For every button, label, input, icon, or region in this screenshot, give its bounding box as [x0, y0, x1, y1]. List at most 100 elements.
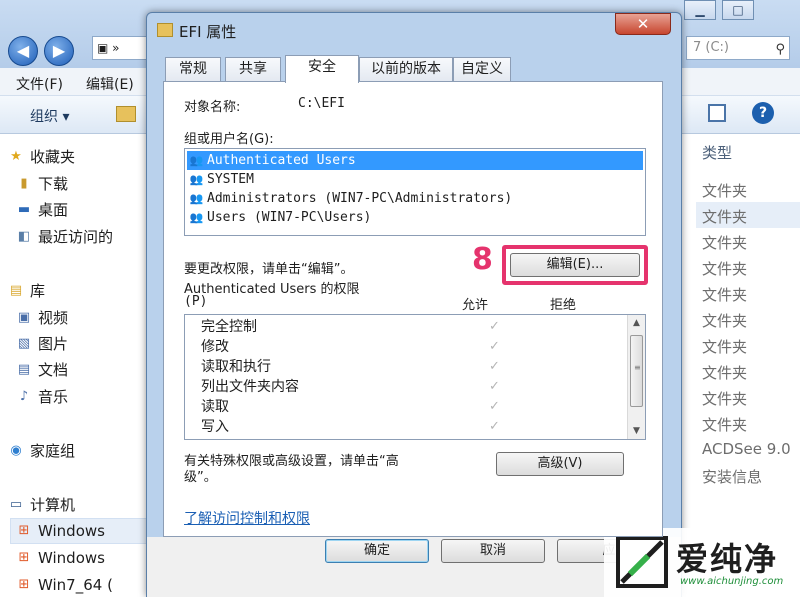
- table-row: 写入 ✓: [201, 417, 601, 437]
- nav-homegroup[interactable]: ◉ 家庭组: [10, 440, 76, 462]
- allow-check-icon: ✓: [489, 399, 500, 414]
- pictures-icon: ▧: [17, 336, 31, 351]
- nav-pictures-label: 图片: [38, 335, 69, 353]
- nav-documents[interactable]: ▤ 文档: [18, 359, 68, 381]
- list-item[interactable]: 👥 SYSTEM: [187, 170, 643, 189]
- table-row: 读取 ✓: [201, 397, 601, 417]
- users-icon: 👥: [189, 192, 204, 205]
- type-cell: 安装信息: [702, 468, 763, 486]
- tab-security[interactable]: 安全: [285, 55, 359, 83]
- nav-libraries[interactable]: ▤ 库: [10, 280, 46, 302]
- computer-icon: ▭: [9, 497, 23, 512]
- back-button[interactable]: ◀: [8, 36, 38, 66]
- permissions-list[interactable]: 完全控制 ✓ 修改 ✓ 读取和执行 ✓ 列出文件夹内容 ✓ 读取 ✓ 写入 ✓: [184, 314, 646, 440]
- users-icon: 👥: [189, 173, 204, 186]
- user-name: Users (WIN7-PC\Users): [207, 210, 372, 225]
- tab-previous-versions[interactable]: 以前的版本: [359, 57, 453, 81]
- properties-dialog: EFI 属性 ✕ 常规 共享 安全 以前的版本 自定义 对象名称: C:\EFI…: [146, 12, 682, 597]
- table-row: 完全控制 ✓: [201, 317, 601, 337]
- nav-desktop[interactable]: ▬ 桌面: [18, 199, 68, 221]
- close-button[interactable]: ✕: [615, 13, 671, 35]
- type-cell: 文件夹: [702, 390, 748, 408]
- tab-sharing[interactable]: 共享: [225, 57, 281, 81]
- list-item[interactable]: 👥 Users (WIN7-PC\Users): [187, 208, 643, 227]
- permission-name: 读取: [201, 399, 229, 415]
- type-cell: 文件夹: [702, 338, 748, 356]
- dialog-button-bar: 确定 取消 应: [147, 537, 681, 597]
- scrollbar-thumb[interactable]: ≡: [630, 335, 643, 407]
- nav-drive3[interactable]: ⊞ Win7_64 (: [19, 574, 113, 596]
- groups-label: 组或用户名(G):: [184, 132, 274, 147]
- preview-pane-icon[interactable]: [708, 104, 726, 122]
- allow-check-icon: ✓: [489, 319, 500, 334]
- nav-homegroup-label: 家庭组: [30, 442, 76, 460]
- windows-drive-icon: ⊞: [18, 550, 30, 565]
- help-icon[interactable]: ?: [752, 102, 774, 124]
- object-name-label: 对象名称:: [184, 100, 241, 115]
- nav-drive3-label: Win7_64 (: [38, 576, 113, 594]
- star-icon: ★: [10, 149, 22, 164]
- close-icon: ✕: [636, 15, 650, 33]
- forward-button[interactable]: ▶: [44, 36, 74, 66]
- security-tab-panel: 对象名称: C:\EFI 组或用户名(G): 👥 Authenticated U…: [163, 81, 663, 537]
- nav-videos-label: 视频: [38, 309, 69, 327]
- back-arrow-icon: ◀: [16, 41, 30, 60]
- permissions-title-accelerator: (P): [184, 294, 208, 309]
- computer-small-icon: ▣ »: [97, 41, 120, 55]
- nav-libraries-label: 库: [30, 282, 46, 300]
- permission-name: 读取和执行: [201, 359, 271, 375]
- nav-drive1[interactable]: ⊞ Windows: [19, 520, 105, 542]
- scroll-down-icon[interactable]: ▼: [628, 423, 645, 439]
- forward-arrow-icon: ▶: [52, 41, 66, 60]
- dialog-title: EFI 属性: [179, 23, 237, 41]
- type-cell: ACDSee 9.0: [702, 440, 791, 458]
- type-cell: 文件夹: [702, 208, 748, 226]
- cancel-button[interactable]: 取消: [441, 539, 545, 563]
- nav-favorites[interactable]: ★ 收藏夹: [10, 146, 75, 168]
- minimize-button[interactable]: ▁: [684, 0, 716, 20]
- ok-button[interactable]: 确定: [325, 539, 429, 563]
- nav-music[interactable]: ♪ 音乐: [20, 386, 68, 408]
- tab-customize[interactable]: 自定义: [453, 57, 511, 81]
- nav-videos[interactable]: ▣ 视频: [18, 307, 69, 329]
- allow-check-icon: ✓: [489, 339, 500, 354]
- menu-edit[interactable]: 编辑(E): [86, 74, 134, 94]
- watermark-logo-icon: [616, 536, 668, 588]
- organize-button[interactable]: 组织 ▾: [30, 106, 69, 126]
- menu-file[interactable]: 文件(F): [16, 74, 63, 94]
- type-column-header[interactable]: 类型: [702, 142, 732, 163]
- nav-computer[interactable]: ▭ 计算机: [10, 494, 75, 516]
- nav-drive2-label: Windows: [38, 549, 105, 567]
- windows-drive-icon: ⊞: [18, 523, 30, 538]
- allow-check-icon: ✓: [489, 419, 500, 434]
- search-icon[interactable]: ⚲: [775, 39, 785, 61]
- tab-general[interactable]: 常规: [165, 57, 221, 81]
- windows-drive-icon: ⊞: [18, 577, 30, 592]
- search-box[interactable]: 7 (C:) ⚲: [686, 36, 790, 60]
- list-item[interactable]: 👥 Authenticated Users: [187, 151, 643, 170]
- list-item[interactable]: 👥 Administrators (WIN7-PC\Administrators…: [187, 189, 643, 208]
- address-bar[interactable]: ▣ »: [92, 36, 152, 60]
- library-icon: ▤: [9, 283, 23, 298]
- nav-recent[interactable]: ◧ 最近访问的: [18, 226, 113, 248]
- documents-icon: ▤: [17, 362, 31, 377]
- scroll-up-icon[interactable]: ▲: [628, 315, 645, 331]
- permissions-scrollbar[interactable]: ▲ ≡ ▼: [627, 315, 645, 439]
- nav-pictures[interactable]: ▧ 图片: [18, 333, 69, 355]
- music-icon: ♪: [19, 389, 29, 404]
- nav-drive2[interactable]: ⊞ Windows: [19, 547, 105, 569]
- maximize-button[interactable]: □: [722, 0, 754, 20]
- allow-check-icon: ✓: [489, 359, 500, 374]
- edit-button[interactable]: 编辑(E)...: [510, 253, 640, 277]
- nav-downloads[interactable]: ▮ 下载: [20, 173, 68, 195]
- user-list[interactable]: 👥 Authenticated Users 👥 SYSTEM 👥 Adminis…: [184, 148, 646, 236]
- folder-icon[interactable]: [116, 106, 136, 122]
- watermark-url: www.aichunjing.com: [680, 576, 784, 587]
- user-name: Authenticated Users: [207, 153, 356, 168]
- user-name: SYSTEM: [207, 172, 254, 187]
- learn-access-control-link[interactable]: 了解访问控制和权限: [184, 508, 310, 528]
- explorer-window-controls: ▁ □: [684, 0, 800, 22]
- allow-column-header: 允许: [462, 298, 489, 313]
- type-cell: 文件夹: [702, 312, 748, 330]
- advanced-button[interactable]: 高级(V): [496, 452, 624, 476]
